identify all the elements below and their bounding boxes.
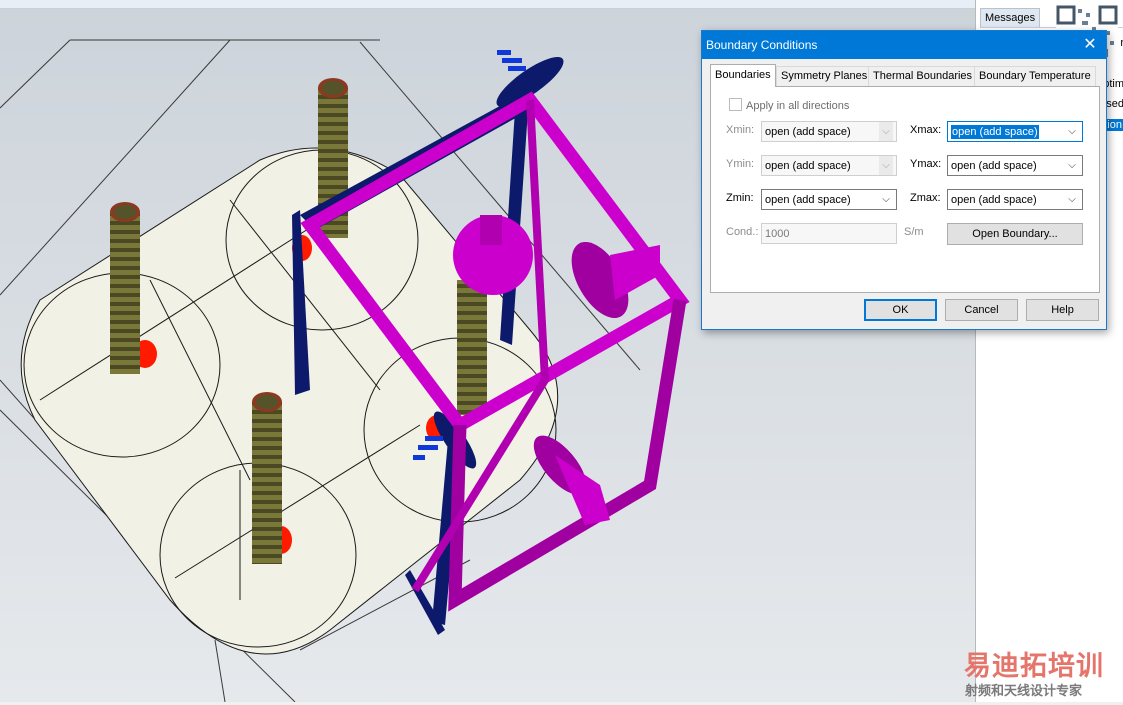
ymin-label: Ymin: — [726, 158, 755, 170]
zmin-select[interactable]: open (add space) ⌵ — [761, 189, 897, 210]
apply-all-label: Apply in all directions — [746, 100, 850, 112]
chevron-down-icon: ⌵ — [879, 122, 893, 141]
tab-symmetry-planes[interactable]: Symmetry Planes — [776, 66, 873, 86]
zmax-value: open (add space) — [951, 194, 1037, 206]
message-fragment: sed — [1106, 98, 1123, 110]
open-boundary-button[interactable]: Open Boundary... — [947, 223, 1083, 245]
watermark-brand: 易迪拓培训 — [964, 651, 1104, 682]
cond-unit: S/m — [904, 226, 924, 238]
ymin-value: open (add space) — [765, 160, 851, 172]
apply-all-directions-checkbox[interactable]: Apply in all directions — [729, 98, 849, 112]
boundaries-panel: Apply in all directions Xmin: open (add … — [710, 86, 1100, 293]
ymax-label: Ymax: — [910, 158, 942, 170]
dialog-titlebar[interactable]: Boundary Conditions ✕ — [702, 31, 1106, 59]
zmax-label: Zmax: — [910, 192, 941, 204]
xmax-select[interactable]: open (add space) ⌵ — [947, 121, 1083, 142]
close-icon[interactable]: ✕ — [1080, 35, 1100, 55]
zmin-value: open (add space) — [765, 194, 851, 206]
xmax-value: open (add space) — [951, 125, 1039, 139]
help-button[interactable]: Help — [1026, 299, 1099, 321]
chevron-down-icon[interactable]: ⌵ — [1065, 156, 1079, 175]
xmin-value: open (add space) — [765, 126, 851, 138]
ok-button[interactable]: OK — [864, 299, 937, 321]
zmin-label: Zmin: — [726, 192, 754, 204]
ymax-select[interactable]: open (add space) ⌵ — [947, 155, 1083, 176]
chevron-down-icon: ⌵ — [879, 156, 893, 175]
boundary-conditions-dialog: Boundary Conditions ✕ Boundaries Symmetr… — [701, 30, 1107, 330]
chevron-down-icon[interactable]: ⌵ — [879, 190, 893, 209]
toolbar-strip — [0, 0, 975, 9]
tab-thermal-boundaries[interactable]: Thermal Boundaries — [868, 66, 978, 86]
ymin-select: open (add space) ⌵ — [761, 155, 897, 176]
tab-boundary-temperature[interactable]: Boundary Temperature — [974, 66, 1096, 86]
messages-tab[interactable]: Messages — [980, 8, 1041, 27]
checkbox-box[interactable] — [729, 98, 742, 111]
cancel-button[interactable]: Cancel — [945, 299, 1018, 321]
zmax-select[interactable]: open (add space) ⌵ — [947, 189, 1083, 210]
xmin-select: open (add space) ⌵ — [761, 121, 897, 142]
xmax-label: Xmax: — [910, 124, 942, 136]
ymax-value: open (add space) — [951, 160, 1037, 172]
chevron-down-icon[interactable]: ⌵ — [1065, 122, 1079, 141]
conductivity-field: 1000 — [761, 223, 897, 244]
chevron-down-icon[interactable]: ⌵ — [1065, 190, 1079, 209]
xmin-label: Xmin: — [726, 124, 755, 136]
dialog-title: Boundary Conditions — [706, 38, 818, 52]
tab-boundaries[interactable]: Boundaries — [710, 64, 776, 87]
watermark-tagline: 射频和天线设计专家 — [965, 684, 1083, 699]
cond-label: Cond.: — [726, 226, 759, 238]
